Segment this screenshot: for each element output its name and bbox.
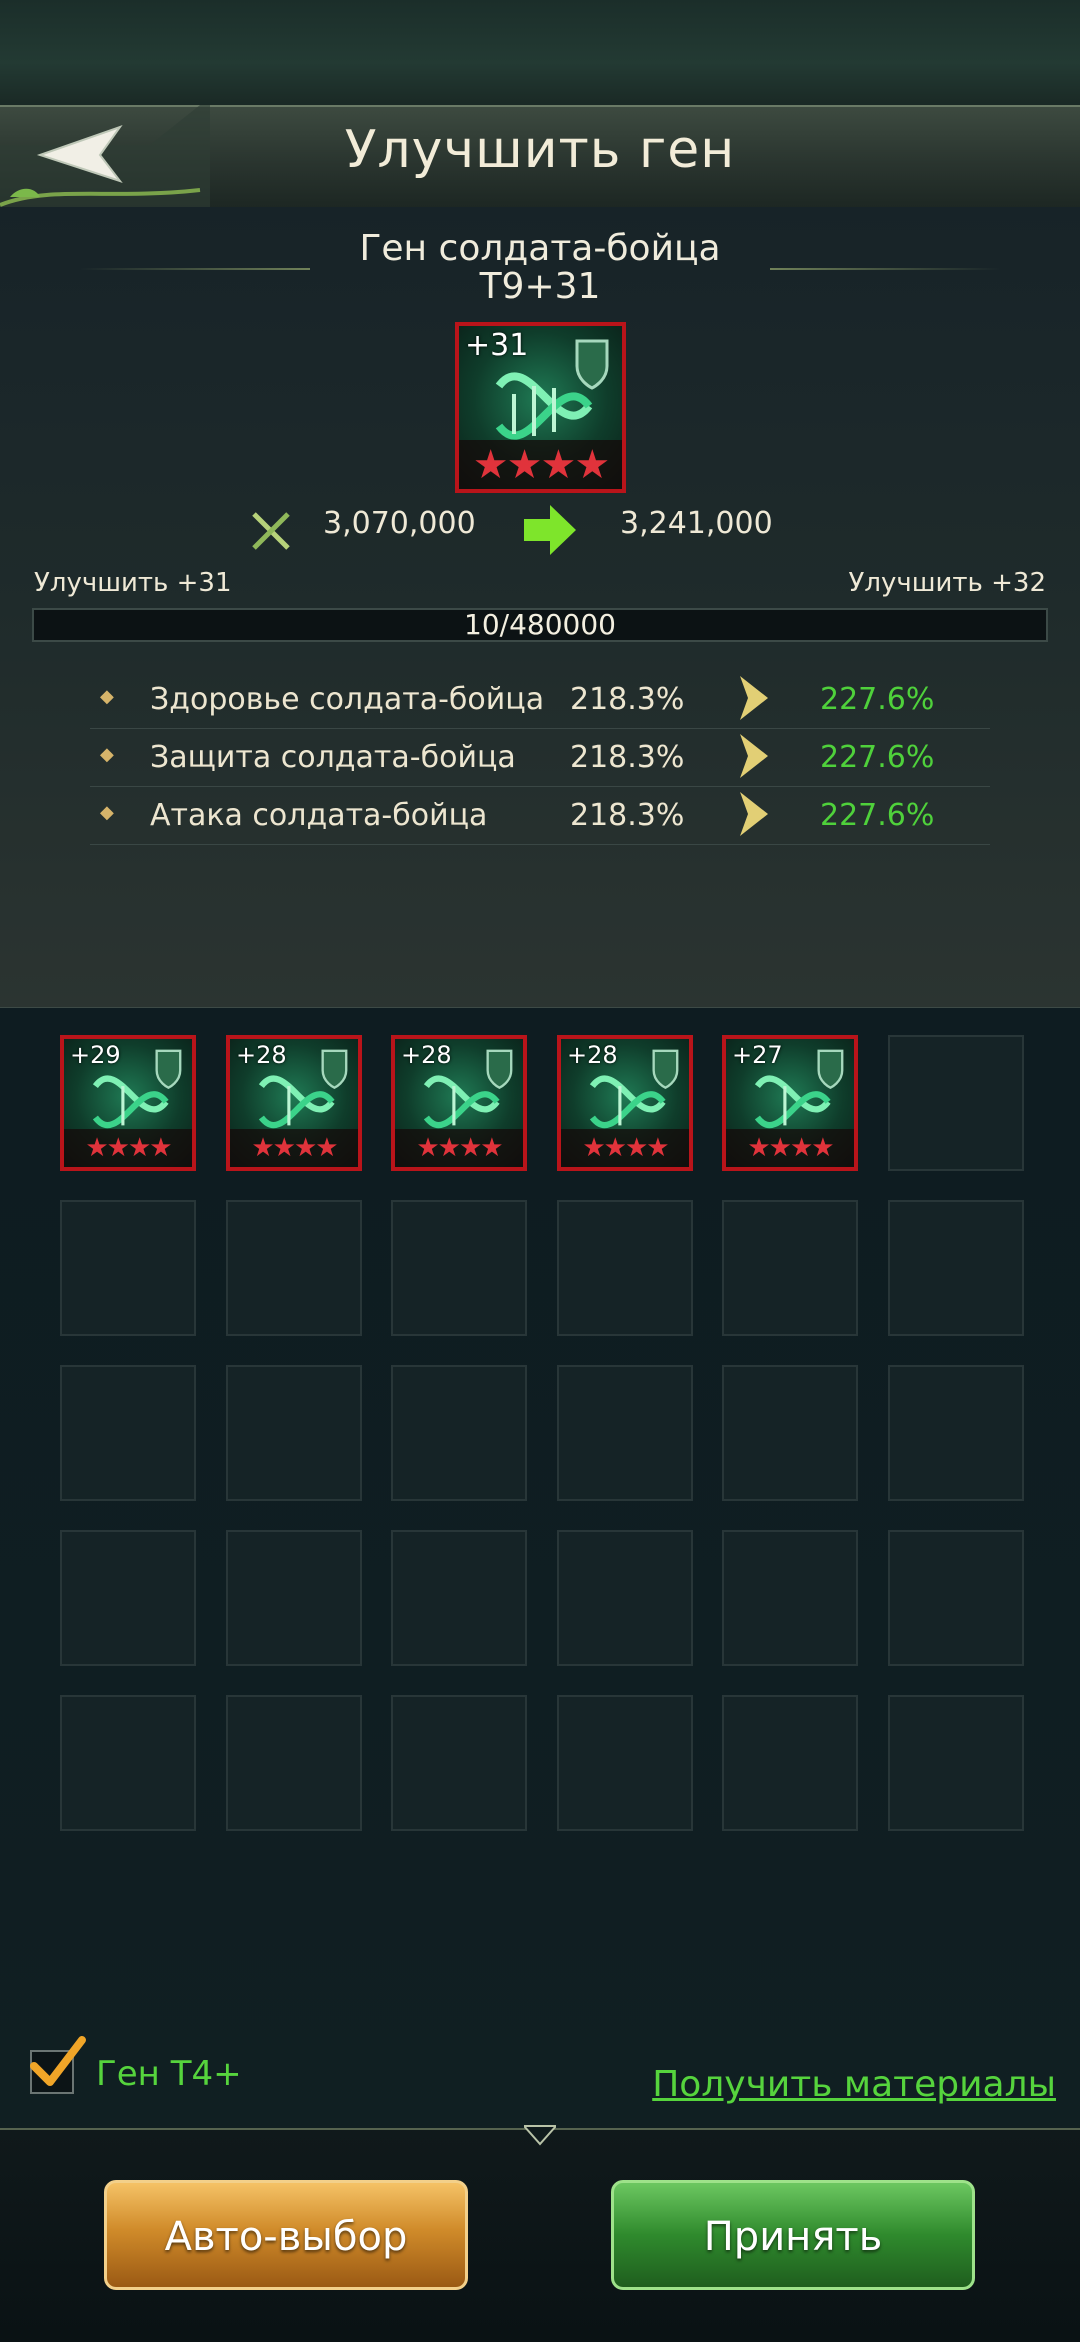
empty-slot[interactable] bbox=[557, 1200, 693, 1336]
empty-slot[interactable] bbox=[722, 1365, 858, 1501]
empty-slot[interactable] bbox=[226, 1530, 362, 1666]
accept-button[interactable]: Принять bbox=[611, 2180, 975, 2290]
empty-slot[interactable] bbox=[888, 1695, 1024, 1831]
power-current: 3,070,000 bbox=[323, 506, 476, 541]
stat-name: Защита солдата-бойца bbox=[150, 740, 516, 775]
stat-current: 218.3% bbox=[570, 740, 685, 775]
progress-label-next: Улучшить +32 bbox=[848, 568, 1046, 598]
stat-next: 227.6% bbox=[820, 740, 935, 775]
material-gene-card[interactable]: +27 ★★★★ bbox=[722, 1035, 858, 1171]
material-level-badge: +29 bbox=[70, 1041, 121, 1069]
chevron-right-icon bbox=[740, 676, 768, 720]
material-gene-card[interactable]: +28 ★★★★ bbox=[226, 1035, 362, 1171]
background-top bbox=[0, 0, 1080, 105]
stat-next: 227.6% bbox=[820, 682, 935, 717]
checkmark-icon bbox=[30, 2036, 86, 2086]
empty-slot[interactable] bbox=[226, 1695, 362, 1831]
progress-label-current: Улучшить +31 bbox=[34, 568, 232, 598]
empty-slot[interactable] bbox=[391, 1365, 527, 1501]
gene-t4-checkbox[interactable] bbox=[30, 2036, 86, 2094]
auto-select-button[interactable]: Авто-выбор bbox=[104, 2180, 468, 2290]
star-rating: ★★★★ bbox=[726, 1128, 854, 1167]
empty-slot[interactable] bbox=[888, 1035, 1024, 1171]
material-gene-card[interactable]: +29 ★★★★ bbox=[60, 1035, 196, 1171]
bullet-icon: ◆ bbox=[100, 686, 114, 707]
empty-slot[interactable] bbox=[722, 1200, 858, 1336]
stat-row: ◆ Защита солдата-бойца 218.3% 227.6% bbox=[90, 730, 990, 787]
gene-level-badge: +31 bbox=[465, 328, 529, 363]
empty-slot[interactable] bbox=[60, 1695, 196, 1831]
material-level-badge: +28 bbox=[567, 1041, 618, 1069]
material-level-badge: +28 bbox=[236, 1041, 287, 1069]
empty-slot[interactable] bbox=[888, 1200, 1024, 1336]
empty-slot[interactable] bbox=[557, 1365, 693, 1501]
empty-slot[interactable] bbox=[391, 1200, 527, 1336]
chevron-right-icon bbox=[740, 792, 768, 836]
bullet-icon: ◆ bbox=[100, 744, 114, 765]
material-gene-card[interactable]: +28 ★★★★ bbox=[391, 1035, 527, 1171]
empty-slot[interactable] bbox=[722, 1530, 858, 1666]
crossed-swords-icon bbox=[252, 512, 290, 550]
empty-slot[interactable] bbox=[391, 1530, 527, 1666]
empty-slot[interactable] bbox=[226, 1200, 362, 1336]
shield-icon bbox=[575, 339, 609, 390]
bullet-icon: ◆ bbox=[100, 802, 114, 823]
gene-name: Ген солдата-бойца bbox=[359, 228, 721, 269]
material-gene-card[interactable]: +28 ★★★★ bbox=[557, 1035, 693, 1171]
stat-next: 227.6% bbox=[820, 798, 935, 833]
selected-gene-card[interactable]: +31 ★★★★ bbox=[455, 322, 626, 493]
empty-slot[interactable] bbox=[888, 1530, 1024, 1666]
empty-slot[interactable] bbox=[60, 1365, 196, 1501]
empty-slot[interactable] bbox=[557, 1695, 693, 1831]
upgrade-progress-bar: 10/480000 bbox=[32, 608, 1048, 642]
star-rating: ★★★★ bbox=[561, 1128, 689, 1167]
empty-slot[interactable] bbox=[60, 1200, 196, 1336]
stat-name: Атака солдата-бойца bbox=[150, 798, 488, 833]
star-rating: ★★★★ bbox=[64, 1128, 192, 1167]
stat-current: 218.3% bbox=[570, 798, 685, 833]
star-rating: ★★★★ bbox=[459, 440, 622, 489]
gene-tier: T9+31 bbox=[479, 266, 601, 307]
get-materials-link[interactable]: Получить материалы bbox=[652, 2064, 1056, 2105]
stat-row: ◆ Атака солдата-бойца 218.3% 227.6% bbox=[90, 788, 990, 845]
empty-slot[interactable] bbox=[60, 1530, 196, 1666]
power-next: 3,241,000 bbox=[620, 506, 773, 541]
star-rating: ★★★★ bbox=[395, 1128, 523, 1167]
stat-name: Здоровье солдата-бойца bbox=[150, 682, 545, 717]
progress-text: 10/480000 bbox=[464, 608, 616, 641]
empty-slot[interactable] bbox=[391, 1695, 527, 1831]
empty-slot[interactable] bbox=[722, 1695, 858, 1831]
star-rating: ★★★★ bbox=[230, 1128, 358, 1167]
empty-slot[interactable] bbox=[557, 1530, 693, 1666]
empty-slot[interactable] bbox=[888, 1365, 1024, 1501]
stat-current: 218.3% bbox=[570, 682, 685, 717]
gene-t4-label: Ген T4+ bbox=[96, 2054, 242, 2094]
empty-slot[interactable] bbox=[226, 1365, 362, 1501]
chevron-right-icon bbox=[740, 734, 768, 778]
material-level-badge: +27 bbox=[732, 1041, 783, 1069]
arrow-right-icon bbox=[524, 505, 576, 555]
page-title: Улучшить ген bbox=[344, 120, 736, 180]
stat-row: ◆ Здоровье солдата-бойца 218.3% 227.6% bbox=[90, 672, 990, 729]
divider-ornament-icon bbox=[524, 2125, 556, 2146]
material-level-badge: +28 bbox=[401, 1041, 452, 1069]
